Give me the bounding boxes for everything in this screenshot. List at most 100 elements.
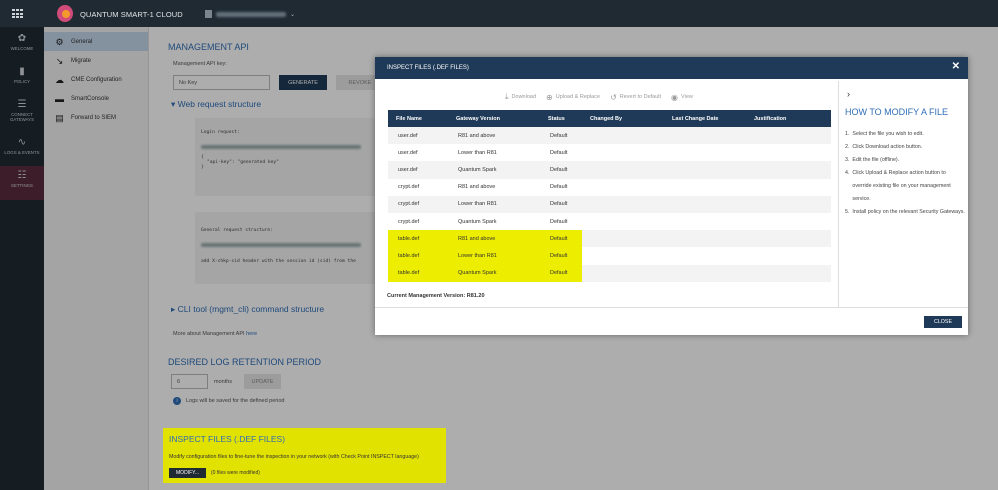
table-row[interactable]: crypt.def R81 and above Default: [388, 179, 831, 196]
table-cell: [746, 264, 831, 282]
download-button[interactable]: ⤓ Download: [505, 92, 536, 102]
column-header[interactable]: Last Change Date: [664, 110, 746, 127]
table-cell: [664, 127, 746, 145]
table-cell: [746, 230, 831, 248]
table-cell: [582, 161, 664, 179]
step-item: 1. Select the file you wish to edit.: [845, 131, 924, 137]
def-files-table: File Name Gateway Version Status Changed…: [388, 110, 831, 282]
close-button[interactable]: CLOSE: [924, 316, 962, 328]
column-header[interactable]: Gateway Version: [448, 110, 540, 127]
table-cell: Quantum Spark: [458, 218, 497, 225]
dialog-header: INSPECT FILES (.DEF FILES) ✕: [375, 57, 968, 79]
top-bar: QUANTUM SMART-1 CLOUD ⌄: [0, 0, 998, 27]
column-header[interactable]: Changed By: [582, 110, 664, 127]
table-cell: [582, 247, 664, 264]
revert-icon: ↺: [610, 92, 617, 102]
inspect-files-title: INSPECT FILES (.DEF FILES): [169, 434, 286, 444]
upload-icon: ⊕: [546, 92, 553, 102]
table-cell: Default: [540, 161, 582, 179]
table-cell: [746, 213, 831, 230]
table-cell: [746, 179, 831, 196]
column-header[interactable]: Status: [540, 110, 582, 127]
revert-to-default-button[interactable]: ↺ Revert to Default: [610, 92, 661, 102]
table-cell: user.def: [388, 161, 448, 179]
chevron-right-icon[interactable]: ›: [847, 89, 850, 99]
table-row[interactable]: user.def Quantum Spark Default: [388, 161, 831, 179]
current-version: Current Management Version: R81.20: [387, 293, 485, 299]
table-row[interactable]: table.def Lower than R81 Default: [388, 247, 831, 265]
table-cell: [582, 230, 664, 248]
toolbar-label: Download: [511, 94, 537, 100]
table-cell: Default: [550, 149, 568, 156]
modified-count-note: (0 files were modified): [211, 470, 260, 476]
domain-name-redacted: [216, 11, 286, 17]
table-cell: [664, 179, 746, 196]
table-row[interactable]: crypt.def Quantum Spark Default: [388, 213, 831, 230]
toolbar-label: View: [681, 94, 693, 100]
download-icon: ⤓: [505, 92, 509, 101]
table-cell: Lower than R81: [458, 149, 497, 156]
table-cell: R81 and above: [458, 184, 496, 191]
toolbar-label: Upload & Replace: [555, 94, 601, 100]
table-cell: [664, 247, 746, 264]
table-row[interactable]: table.def R81 and above Default: [388, 230, 831, 248]
step-item: 4. Click Upload & Replace action button t…: [845, 170, 951, 202]
how-to-title: HOW TO MODIFY A FILE: [845, 107, 949, 117]
dialog-toolbar: ⤓ Download ⊕ Upload & Replace ↺ Revert to D…: [505, 92, 693, 102]
table-cell: [582, 179, 664, 196]
app-grid-icon[interactable]: [12, 9, 24, 19]
table-cell: user.def: [398, 149, 418, 156]
table-cell: R81 and above: [448, 230, 540, 248]
domain-selector[interactable]: ⌄: [201, 8, 299, 20]
table-row[interactable]: table.def Quantum Spark Default: [388, 264, 831, 282]
table-cell: [746, 144, 831, 161]
upload-replace-button[interactable]: ⊕ Upload & Replace: [546, 92, 600, 102]
table-cell: table.def: [388, 247, 448, 265]
table-cell: R81 and above: [448, 127, 540, 145]
table-cell: Lower than R81: [448, 195, 540, 213]
step-item: 3. Edit the file (offline).: [845, 157, 900, 163]
table-cell: Default: [540, 264, 582, 282]
table-row[interactable]: crypt.def Lower than R81 Default: [388, 195, 831, 213]
table-cell: [664, 213, 746, 230]
inspect-files-section: INSPECT FILES (.DEF FILES) Modify config…: [163, 428, 446, 483]
table-cell: user.def: [388, 127, 448, 145]
table-cell: [582, 264, 664, 282]
check-point-logo: [57, 5, 73, 22]
table-cell: [746, 161, 831, 179]
table-cell: [664, 264, 746, 282]
table-cell: [664, 161, 746, 179]
table-cell: Default: [540, 195, 582, 213]
column-header[interactable]: File Name: [388, 110, 448, 127]
table-row[interactable]: user.def Lower than R81 Default: [388, 144, 831, 161]
inspect-files-dialog: INSPECT FILES (.DEF FILES) ✕ ⤓ Download ⊕…: [375, 57, 968, 335]
inspect-files-description: Modify configuration files to fine-tune …: [169, 454, 419, 460]
column-header[interactable]: Justification: [746, 110, 831, 127]
table-cell: Default: [540, 230, 582, 248]
table-cell: Default: [550, 184, 568, 191]
table-cell: crypt.def: [388, 195, 448, 213]
step-item: 2. Click Download action button.: [845, 144, 923, 150]
how-to-panel: › HOW TO MODIFY A FILE 1. Select the file…: [838, 81, 968, 308]
table-cell: [746, 127, 831, 145]
dialog-footer: [375, 307, 968, 335]
table-row[interactable]: user.def R81 and above Default: [388, 127, 831, 145]
table-cell: [582, 213, 664, 230]
server-icon: [205, 10, 212, 18]
modify-button[interactable]: MODIFY...: [169, 468, 206, 478]
table-cell: [582, 127, 664, 145]
table-cell: crypt.def: [398, 184, 420, 191]
table-cell: Quantum Spark: [448, 161, 540, 179]
table-cell: [746, 195, 831, 213]
table-cell: [664, 144, 746, 161]
chevron-down-icon: ⌄: [290, 11, 296, 18]
view-button[interactable]: ◉ View: [671, 92, 693, 102]
close-icon[interactable]: ✕: [952, 62, 960, 72]
table-cell: [664, 230, 746, 248]
table-cell: Quantum Spark: [448, 264, 540, 282]
table-cell: table.def: [388, 264, 448, 282]
toolbar-label: Revert to Default: [619, 94, 662, 100]
table-cell: [664, 195, 746, 213]
eye-icon: ◉: [671, 92, 679, 102]
table-cell: Default: [550, 218, 568, 225]
